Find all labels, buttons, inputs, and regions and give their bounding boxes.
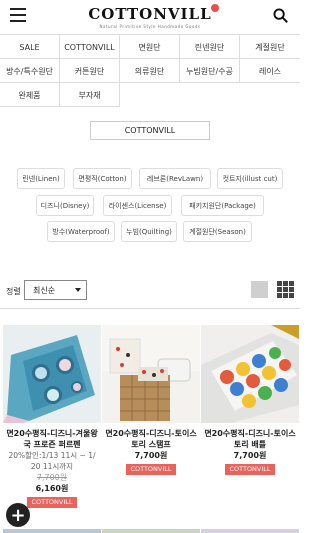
product-image-peek [102,529,200,533]
tag-linen[interactable]: 린넨(Linen) [17,168,65,189]
logo-dot-icon [210,4,219,12]
tag-season[interactable]: 계절원단(Season) [183,221,252,242]
product-old-price: 7,700원 [36,473,68,482]
logo-subtitle: Natural Primitive Style Handmade Goods [99,24,201,29]
sort-selected-value: 최신순 [33,285,56,295]
category-row: 방수/특수원단 커튼원단 의류원단 누빔원단/수공 레이스 [0,59,300,83]
divider [0,308,300,309]
tag-cotton[interactable]: 면평직(Cotton) [73,168,132,189]
product-badge: COTTONVILL [225,464,275,475]
product-card[interactable]: 면20수평직-디즈니-겨울왕 국 프로즌 퍼르펜 20%할인:1/13 11시 … [3,325,101,508]
sort-select[interactable]: 최신순 [24,280,87,300]
category-waterproof-fabric[interactable]: 방수/특수원단 [0,59,60,83]
tag-package[interactable]: 패키지원단(Package) [181,195,264,216]
tag-illust-cut[interactable]: 컷트지(illust cut) [217,168,283,189]
product-image[interactable] [3,325,101,423]
product-card[interactable]: 면20수평직-디즈니-토이스 토리 배틀 7,700원 COTTONVILL [201,325,299,475]
tag-license[interactable]: 라이센스(License) [103,195,172,216]
product-name[interactable]: 면20수평직-디즈니-토이스 토리 스탬프 [102,428,200,450]
product-image[interactable] [102,325,200,423]
category-clothing-fabric[interactable]: 의류원단 [120,59,180,83]
product-badge: COTTONVILL [27,497,77,508]
category-lace[interactable]: 레이스 [240,59,300,83]
category-grid: SALE COTTONVILL 면원단 린넨원단 계절원단 방수/특수원단 커튼… [0,34,300,107]
tag-disney[interactable]: 디즈니(Disney) [36,195,94,216]
plus-icon[interactable]: + [6,503,30,527]
product-discount: 20%할인:1/13 11시 ~ 1/ 20 11시까지 [8,451,96,471]
category-linen-fabric[interactable]: 린넨원단 [180,35,240,59]
sort-label: 정렬 [6,287,21,296]
category-sale[interactable]: SALE [0,35,60,59]
search-icon[interactable] [273,8,288,23]
category-cottonvill[interactable]: COTTONVILL [60,35,120,59]
tag-quilting[interactable]: 누빔(Quilting) [121,221,177,242]
tag-waterproof[interactable]: 방수(Waterproof) [47,221,115,242]
product-image-peek [3,529,101,533]
product-badge: COTTONVILL [126,464,176,475]
category-row: SALE COTTONVILL 면원단 린넨원단 계절원단 [0,35,300,59]
product-price: 7,700원 [233,451,267,460]
product-name[interactable]: 면20수평직-디즈니-겨울왕 국 프로즌 퍼르펜 [3,428,101,450]
product-image[interactable] [201,325,299,423]
product-price: 7,700원 [134,451,168,460]
product-price: 6,160원 [35,484,69,493]
category-cotton-fabric[interactable]: 면원단 [120,35,180,59]
single-view-icon[interactable] [251,281,268,298]
tag-revlawn[interactable]: 레브론(RevLawn) [139,168,211,189]
chevron-down-icon [75,288,81,292]
header: COTTONVILL Natural Primitive Style Handm… [0,0,300,34]
category-curtain-fabric[interactable]: 커튼원단 [60,59,120,83]
product-name[interactable]: 면20수평직-디즈니-토이스 토리 배틀 [201,428,299,450]
product-image-peek [201,529,299,533]
category-notions[interactable]: 부자재 [60,83,120,107]
brand-title-box: COTTONVILL [90,121,210,140]
product-card[interactable]: 면20수평직-디즈니-토이스 토리 스탬프 7,700원 COTTONVILL [102,325,200,475]
grid-view-icon[interactable] [277,281,294,298]
logo[interactable]: COTTONVILL Natural Primitive Style Handm… [0,4,300,29]
category-quilting-fabric[interactable]: 누빔원단/수공 [180,59,240,83]
category-finished-goods[interactable]: 완제품 [0,83,60,107]
category-season-fabric[interactable]: 계절원단 [240,35,300,59]
logo-text: COTTONVILL [88,5,212,23]
category-row: 완제품 부자재 [0,83,120,107]
